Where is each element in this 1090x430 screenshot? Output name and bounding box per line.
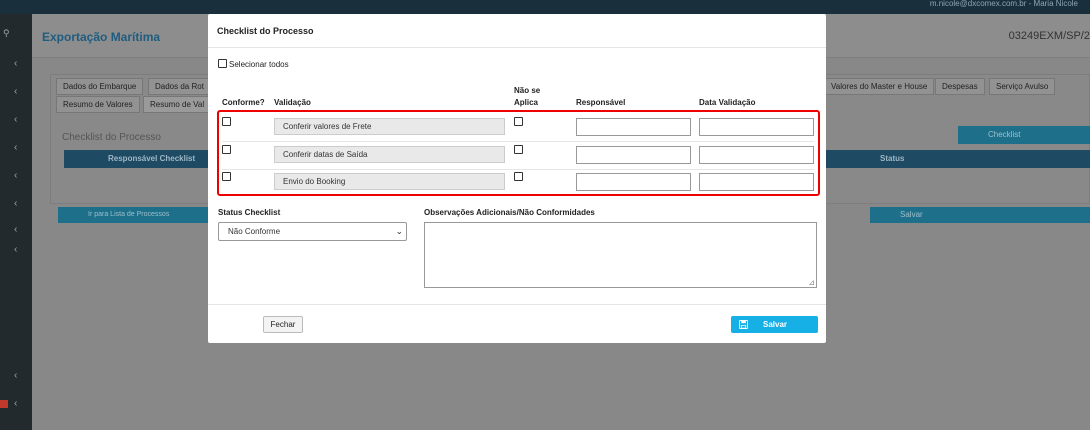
select-all-checkbox[interactable]: [218, 59, 227, 68]
checklist-modal: Checklist do Processo Selecionar todos C…: [208, 14, 826, 343]
nao-se-aplica-checkbox[interactable]: [514, 172, 523, 181]
chevron-left-icon[interactable]: ‹: [14, 224, 17, 235]
chevron-left-icon[interactable]: ‹: [14, 244, 17, 255]
chevron-left-icon[interactable]: ‹: [14, 58, 17, 69]
column-conforme: Conforme?: [222, 98, 265, 107]
section-title: Checklist do Processo: [62, 132, 161, 143]
conforme-checkbox[interactable]: [222, 117, 231, 126]
column-responsavel: Responsável: [576, 98, 626, 107]
validacao-field: Conferir datas de Saída: [274, 146, 505, 163]
add-checklist-button[interactable]: Checklist: [958, 126, 1090, 144]
chevron-left-icon[interactable]: ‹: [14, 370, 17, 381]
page-title: Exportação Marítima: [42, 30, 161, 44]
search-icon[interactable]: ⚲: [3, 28, 10, 39]
chevron-left-icon[interactable]: ‹: [14, 170, 17, 181]
table-row: Envio do Booking: [222, 169, 814, 195]
table-row: Conferir valores de Frete: [222, 114, 814, 140]
tab-resumo-valores-2[interactable]: Resumo de Val: [143, 96, 212, 113]
process-code: 03249EXM/SP/2: [1008, 30, 1090, 42]
modal-title: Checklist do Processo: [217, 26, 314, 36]
sidebar: ⚲ ‹ ‹ ‹ ‹ ‹ ‹ ‹ ‹ ‹ ‹: [0, 14, 32, 430]
status-checklist-label: Status Checklist: [218, 208, 281, 217]
salvar-button[interactable]: Salvar: [731, 316, 818, 333]
chevron-left-icon[interactable]: ‹: [14, 142, 17, 153]
responsavel-input[interactable]: [576, 173, 691, 191]
column-data-validacao: Data Validação: [699, 98, 756, 107]
select-all-option[interactable]: Selecionar todos: [218, 59, 289, 69]
column-nao-se-aplica-line2: Aplica: [514, 98, 539, 107]
tab-resumo-valores[interactable]: Resumo de Valores: [56, 96, 140, 113]
column-responsavel-checklist: Responsável Checklist: [108, 154, 196, 163]
chevron-left-icon[interactable]: ‹: [14, 198, 17, 209]
add-checklist-label: Checklist: [988, 130, 1021, 139]
user-info: m.nicole@dxcomex.com.br - Maria Nicole: [929, 0, 1078, 8]
observacoes-textarea[interactable]: ⊿: [424, 222, 817, 288]
back-to-list-label: Ir para Lista de Processos: [88, 211, 170, 218]
select-all-label: Selecionar todos: [229, 60, 289, 69]
data-validacao-input[interactable]: [699, 173, 814, 191]
responsavel-input[interactable]: [576, 146, 691, 164]
nao-se-aplica-checkbox[interactable]: [514, 145, 523, 154]
conforme-checkbox[interactable]: [222, 145, 231, 154]
tab-dados-rota[interactable]: Dados da Rot: [148, 78, 211, 95]
validacao-field: Conferir valores de Frete: [274, 118, 505, 135]
observacoes-label: Observações Adicionais/Não Conformidades: [424, 208, 595, 217]
column-nao-se-aplica-line1: Não se: [514, 86, 541, 95]
notification-badge: [0, 400, 8, 408]
salvar-label: Salvar: [763, 320, 788, 329]
status-checklist-select[interactable]: Não Conforme ⌄: [218, 222, 407, 241]
background-save-button[interactable]: Salvar: [870, 207, 1090, 223]
chevron-left-icon[interactable]: ‹: [14, 114, 17, 125]
tab-dados-embarque[interactable]: Dados do Embarque: [56, 78, 144, 95]
chevron-down-icon: ⌄: [395, 226, 403, 236]
data-validacao-input[interactable]: [699, 146, 814, 164]
chevron-left-icon[interactable]: ‹: [14, 398, 17, 409]
back-to-list-button[interactable]: Ir para Lista de Processos: [58, 207, 208, 223]
background-save-label: Salvar: [900, 210, 923, 219]
column-status: Status: [880, 154, 905, 163]
status-checklist-value: Não Conforme: [228, 227, 281, 236]
tab-valores-master-house[interactable]: Valores do Master e House: [824, 78, 935, 95]
chevron-left-icon[interactable]: ‹: [14, 86, 17, 97]
resize-grip-icon[interactable]: ⊿: [808, 279, 815, 287]
fechar-button[interactable]: Fechar: [263, 316, 303, 333]
responsavel-input[interactable]: [576, 118, 691, 136]
top-bar: m.nicole@dxcomex.com.br - Maria Nicole: [0, 0, 1090, 14]
tab-despesas[interactable]: Despesas: [935, 78, 985, 95]
modal-footer-divider: [208, 304, 826, 305]
table-row: Conferir datas de Saída: [222, 142, 814, 168]
column-validacao: Validação: [274, 98, 311, 107]
save-icon: [739, 320, 748, 329]
data-validacao-input[interactable]: [699, 118, 814, 136]
validacao-field: Envio do Booking: [274, 173, 505, 190]
nao-se-aplica-checkbox[interactable]: [514, 117, 523, 126]
modal-header: Checklist do Processo: [208, 14, 826, 48]
conforme-checkbox[interactable]: [222, 172, 231, 181]
tab-servico-avulso[interactable]: Serviço Avulso: [989, 78, 1056, 95]
